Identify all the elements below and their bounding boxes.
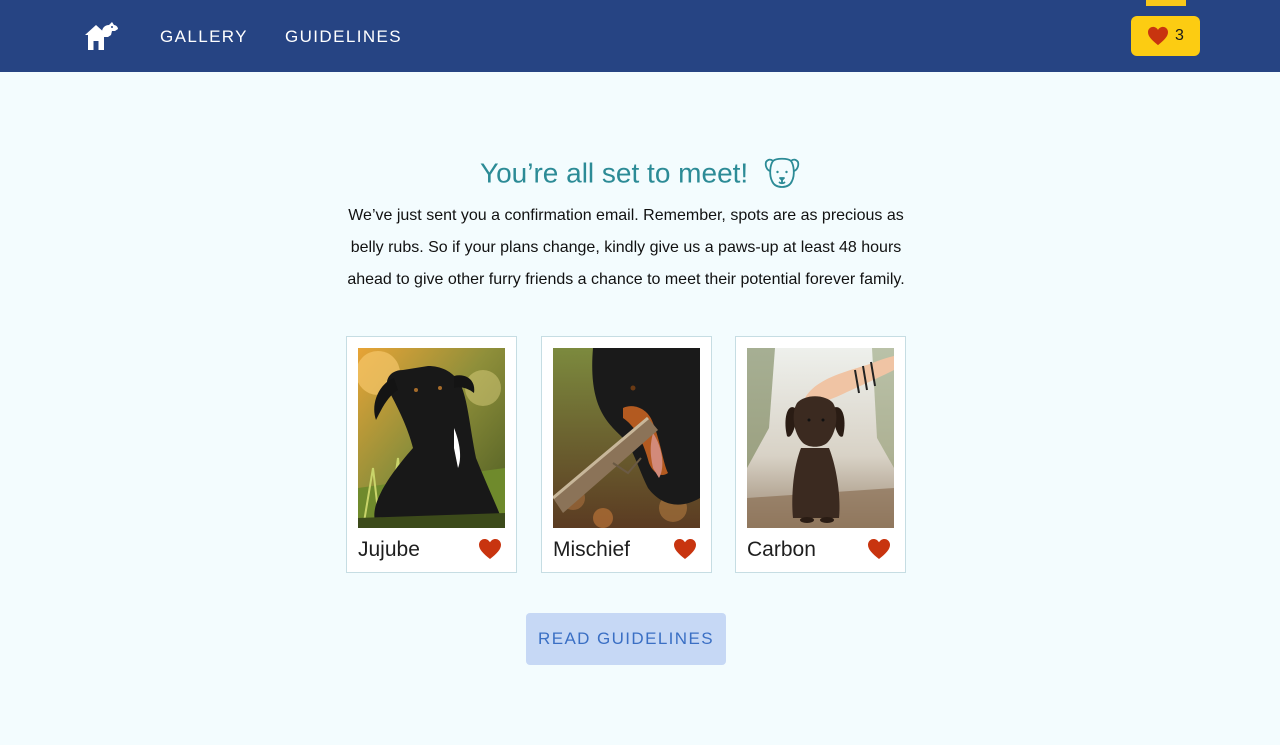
dog-card-list: Jujube Mischief Carbon <box>346 336 906 573</box>
heart-icon[interactable] <box>478 538 502 560</box>
navbar: GALLERY GUIDELINES 3 <box>0 0 1280 72</box>
dog-card-mischief[interactable]: Mischief <box>541 336 712 573</box>
dog-name: Mischief <box>553 538 631 561</box>
message-line: belly rubs. So if your plans change, kin… <box>350 239 902 256</box>
dog-name: Carbon <box>747 538 816 561</box>
message-line: We’ve just sent you a confirmation email… <box>348 207 904 224</box>
heart-icon[interactable] <box>867 538 891 560</box>
dog-face-icon <box>764 157 800 188</box>
dog-card-jujube[interactable]: Jujube <box>346 336 517 573</box>
dog-photo-carbon <box>747 348 894 528</box>
dog-house-icon[interactable] <box>82 19 120 53</box>
nav-link-guidelines[interactable]: GUIDELINES <box>285 27 402 47</box>
dog-name: Jujube <box>358 538 420 561</box>
active-indicator <box>1146 0 1186 6</box>
heart-icon <box>1147 26 1169 46</box>
dog-photo-jujube <box>358 348 505 528</box>
message-line: ahead to give other furry friends a chan… <box>347 271 905 288</box>
favorites-button[interactable]: 3 <box>1131 16 1200 56</box>
page-title: You’re all set to meet! <box>0 152 1280 194</box>
dog-photo-mischief <box>553 348 700 528</box>
page-title-text: You’re all set to meet! <box>479 157 749 189</box>
heart-icon[interactable] <box>673 538 697 560</box>
favorites-count: 3 <box>1175 27 1184 44</box>
nav-link-gallery[interactable]: GALLERY <box>160 27 248 47</box>
confirmation-message: We’ve just sent you a confirmation email… <box>330 200 922 296</box>
read-guidelines-button[interactable]: READ GUIDELINES <box>526 613 726 665</box>
dog-card-carbon[interactable]: Carbon <box>735 336 906 573</box>
